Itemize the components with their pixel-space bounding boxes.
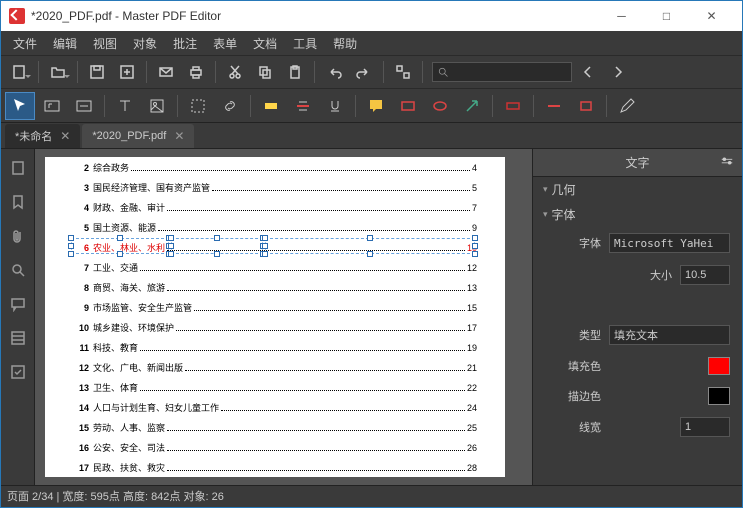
document-tab[interactable]: *未命名✕ [5, 124, 80, 148]
linewidth-label: 线宽 [557, 419, 601, 435]
undo-button[interactable] [320, 59, 348, 85]
note-tool[interactable] [361, 92, 391, 120]
size-input[interactable]: 10.5 [680, 265, 730, 285]
highlight-tool[interactable] [256, 92, 286, 120]
document-viewport[interactable]: 2 综合政务4 3 国民经济管理、国有资产监管5 4 财政、金融、审计7 5 国土资源… [35, 149, 532, 485]
toc-line[interactable]: 14 人口与计划生育、妇女儿童工作24 [73, 401, 477, 415]
document-tab[interactable]: *2020_PDF.pdf✕ [82, 124, 194, 148]
section-font[interactable]: 字体 [533, 202, 742, 227]
toc-line[interactable]: 3 国民经济管理、国有资产监管5 [73, 181, 477, 195]
toc-line[interactable]: 2 综合政务4 [73, 161, 477, 175]
signatures-panel[interactable] [5, 359, 31, 385]
search-input[interactable] [432, 62, 572, 82]
toc-line[interactable]: 7 工业、交通12 [73, 261, 477, 275]
toc-line[interactable]: 5 国土资源、能源9 [73, 221, 477, 235]
comments-panel[interactable] [5, 291, 31, 317]
rect-shape-tool[interactable] [571, 92, 601, 120]
toggle-grid-button[interactable] [389, 59, 417, 85]
search-panel[interactable] [5, 257, 31, 283]
circle-annot-tool[interactable] [425, 92, 455, 120]
fill-color-swatch[interactable] [708, 357, 730, 375]
new-button[interactable] [5, 59, 33, 85]
close-button[interactable]: ✕ [689, 1, 734, 31]
toc-line[interactable]: 15 劳动、人事、监察25 [73, 421, 477, 435]
linewidth-input[interactable]: 1 [680, 417, 730, 437]
search-prev-button[interactable] [574, 59, 602, 85]
arrow-annot-tool[interactable] [457, 92, 487, 120]
toc-line[interactable]: 12 文化、广电、新闻出版21 [73, 361, 477, 375]
status-text: 页面 2/34 | 宽度: 595点 高度: 842点 对象: 26 [7, 488, 224, 504]
minimize-button[interactable]: ─ [599, 1, 644, 31]
menu-视图[interactable]: 视图 [87, 33, 123, 54]
font-label: 字体 [557, 235, 601, 251]
selection-tool[interactable] [183, 92, 213, 120]
toc-line[interactable]: 16 公安、安全、司法26 [73, 441, 477, 455]
menu-帮助[interactable]: 帮助 [327, 33, 363, 54]
mail-button[interactable] [152, 59, 180, 85]
props-header: 文字 [625, 154, 649, 171]
props-settings-icon[interactable] [720, 154, 734, 171]
app-logo [9, 8, 25, 24]
open-button[interactable] [44, 59, 72, 85]
cut-button[interactable] [221, 59, 249, 85]
redo-button[interactable] [350, 59, 378, 85]
toc-line[interactable]: 11 科技、教育19 [73, 341, 477, 355]
menu-批注[interactable]: 批注 [167, 33, 203, 54]
type-select[interactable]: 填充文本 [609, 325, 730, 345]
text-tool[interactable] [110, 92, 140, 120]
image-tool[interactable] [142, 92, 172, 120]
strikeout-tool[interactable] [288, 92, 318, 120]
menu-文件[interactable]: 文件 [7, 33, 43, 54]
copy-button[interactable] [251, 59, 279, 85]
toc-line[interactable]: 4 财政、金融、审计7 [73, 201, 477, 215]
stamp-tool[interactable] [498, 92, 528, 120]
stroke-color-swatch[interactable] [708, 387, 730, 405]
saveas-button[interactable] [113, 59, 141, 85]
toc-line[interactable]: 13 卫生、体育22 [73, 381, 477, 395]
font-select[interactable]: Microsoft YaHei [609, 233, 730, 253]
maximize-button[interactable]: □ [644, 1, 689, 31]
pencil-tool[interactable] [612, 92, 642, 120]
thumbnails-panel[interactable] [5, 155, 31, 181]
link-tool[interactable] [215, 92, 245, 120]
window-title: *2020_PDF.pdf - Master PDF Editor [31, 9, 599, 23]
menu-文档[interactable]: 文档 [247, 33, 283, 54]
tab-close-icon[interactable]: ✕ [60, 129, 70, 143]
line-shape-tool[interactable] [539, 92, 569, 120]
rect-annot-tool[interactable] [393, 92, 423, 120]
search-next-button[interactable] [604, 59, 632, 85]
paste-button[interactable] [281, 59, 309, 85]
fill-label: 填充色 [557, 358, 601, 374]
bookmarks-panel[interactable] [5, 189, 31, 215]
select-tool[interactable] [5, 92, 35, 120]
underline-tool[interactable] [320, 92, 350, 120]
pdf-page[interactable]: 2 综合政务4 3 国民经济管理、国有资产监管5 4 财政、金融、审计7 5 国土资源… [45, 157, 505, 477]
print-button[interactable] [182, 59, 210, 85]
edit-form-tool[interactable] [69, 92, 99, 120]
save-button[interactable] [83, 59, 111, 85]
attachments-panel[interactable] [5, 223, 31, 249]
menu-对象[interactable]: 对象 [127, 33, 163, 54]
menu-表单[interactable]: 表单 [207, 33, 243, 54]
toc-line[interactable]: 6 农业、林业、水利10 [73, 241, 477, 255]
toc-line[interactable]: 17 民政、扶贫、救灾28 [73, 461, 477, 475]
menu-编辑[interactable]: 编辑 [47, 33, 83, 54]
menu-工具[interactable]: 工具 [287, 33, 323, 54]
size-label: 大小 [628, 267, 672, 283]
toc-line[interactable]: 10 城乡建设、环境保护17 [73, 321, 477, 335]
type-label: 类型 [557, 327, 601, 343]
section-geometry[interactable]: 几何 [533, 177, 742, 202]
edit-text-tool[interactable] [37, 92, 67, 120]
toc-line[interactable]: 9 市场监管、安全生产监管15 [73, 301, 477, 315]
stroke-label: 描边色 [557, 388, 601, 404]
toc-line[interactable]: 8 商贸、海关、旅游13 [73, 281, 477, 295]
layers-panel[interactable] [5, 325, 31, 351]
tab-close-icon[interactable]: ✕ [174, 129, 184, 143]
